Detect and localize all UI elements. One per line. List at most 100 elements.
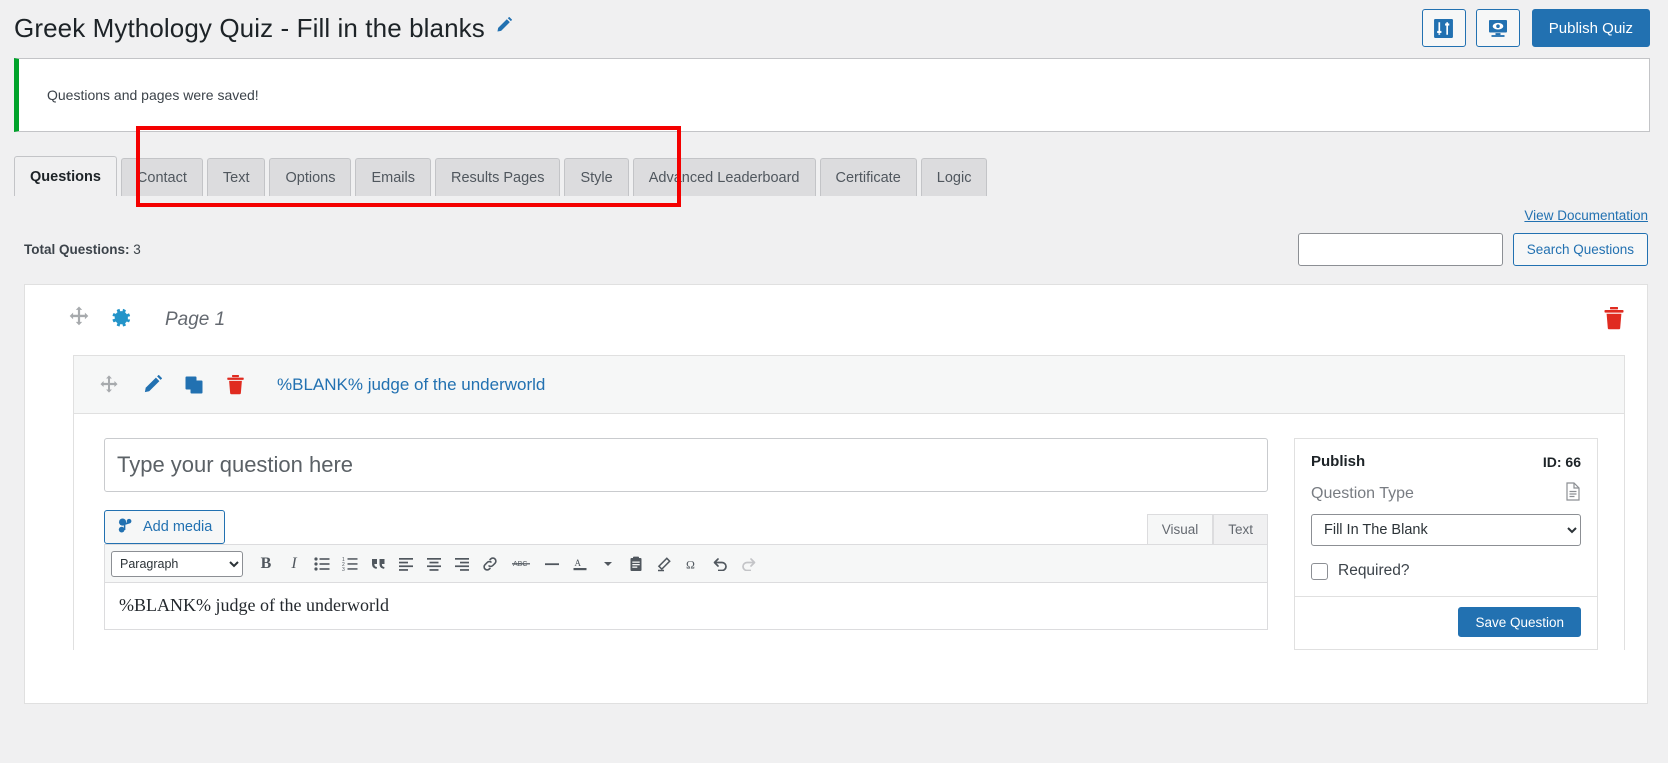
preview-quiz-button[interactable] xyxy=(1475,9,1520,47)
tab-label: Advanced Leaderboard xyxy=(648,169,800,186)
editor-top-row: Add media Visual Text xyxy=(104,510,1268,544)
required-row: Required? xyxy=(1295,546,1597,596)
question-body: Add media Visual Text Paragraph B I xyxy=(74,414,1624,650)
edit-question-pencil-icon[interactable] xyxy=(142,374,162,395)
publish-panel-footer: Save Question xyxy=(1295,597,1597,649)
total-questions-label: Total Questions: xyxy=(24,242,130,257)
tab-certificate[interactable]: Certificate xyxy=(819,158,917,196)
tab-label: Text xyxy=(222,169,250,186)
editor-content[interactable]: %BLANK% judge of the underworld xyxy=(105,583,1267,629)
numbered-list-icon[interactable]: 123 xyxy=(337,551,363,577)
tab-label: Certificate xyxy=(835,169,901,186)
paragraph-format-select[interactable]: Paragraph xyxy=(111,550,243,577)
tab-style[interactable]: Style xyxy=(564,158,629,196)
paste-as-text-icon[interactable] xyxy=(623,551,649,577)
tab-list: Questions Contact Text Options Emails Re… xyxy=(14,154,1668,196)
question-type-row: Question Type xyxy=(1295,476,1597,506)
tab-advanced-leaderboard[interactable]: Advanced Leaderboard xyxy=(632,158,816,196)
delete-question-icon[interactable] xyxy=(226,374,245,395)
bulleted-list-icon[interactable] xyxy=(309,551,335,577)
tab-bar: Questions Contact Text Options Emails Re… xyxy=(14,126,1668,207)
total-questions-value: 3 xyxy=(133,242,141,257)
tab-label: Results Pages xyxy=(450,169,545,186)
tab-label: Options xyxy=(285,169,336,186)
editor-tab-label: Visual xyxy=(1161,522,1199,537)
question-title: %BLANK% judge of the underworld xyxy=(277,374,546,394)
link-icon[interactable] xyxy=(477,551,503,577)
tab-logic[interactable]: Logic xyxy=(920,158,988,196)
duplicate-question-icon[interactable] xyxy=(184,375,204,395)
total-questions: Total Questions: 3 xyxy=(24,242,141,257)
delete-page-icon[interactable] xyxy=(1603,306,1625,335)
required-label: Required? xyxy=(1338,562,1410,579)
special-character-icon[interactable]: Ω xyxy=(679,551,705,577)
sliders-icon xyxy=(1433,18,1454,39)
document-icon[interactable] xyxy=(1565,482,1581,506)
save-question-button[interactable]: Save Question xyxy=(1458,607,1581,637)
align-center-icon[interactable] xyxy=(421,551,447,577)
tab-questions[interactable]: Questions xyxy=(14,156,117,196)
page-label: Page 1 xyxy=(165,309,226,330)
horizontal-rule-icon[interactable] xyxy=(539,551,565,577)
notice-message: Questions and pages were saved! xyxy=(47,87,259,103)
question-header: %BLANK% judge of the underworld xyxy=(74,356,1624,414)
clear-formatting-icon[interactable] xyxy=(651,551,677,577)
tab-label: Contact xyxy=(136,169,187,186)
page-card: Page 1 %BLANK% judge of the underworld T… xyxy=(24,284,1648,704)
tab-options[interactable]: Options xyxy=(269,158,352,196)
text-color-icon[interactable]: A xyxy=(567,551,593,577)
editor-tab-label: Text xyxy=(1228,522,1253,537)
tab-label: Questions xyxy=(30,168,101,185)
publish-panel-header: Publish ID: 66 xyxy=(1295,439,1597,476)
edit-title-icon[interactable] xyxy=(495,16,513,39)
question-text-input[interactable] xyxy=(104,438,1268,492)
publish-column: Publish ID: 66 Question Type Fill In The… xyxy=(1294,438,1624,650)
add-media-icon xyxy=(117,517,135,538)
tab-emails[interactable]: Emails xyxy=(355,158,431,196)
editor-tab-visual[interactable]: Visual xyxy=(1146,514,1214,544)
questions-toolbar: Total Questions: 3 Search Questions xyxy=(0,223,1668,266)
redo-icon[interactable] xyxy=(735,551,761,577)
search-input[interactable] xyxy=(1297,233,1503,266)
svg-text:Ω: Ω xyxy=(686,557,695,571)
documentation-row: View Documentation xyxy=(0,196,1668,223)
bold-icon[interactable]: B xyxy=(253,551,279,577)
strikethrough-icon[interactable]: ABC xyxy=(505,551,537,577)
italic-icon[interactable]: I xyxy=(281,551,307,577)
question-block: %BLANK% judge of the underworld Add medi… xyxy=(73,355,1625,650)
move-arrows-icon[interactable] xyxy=(67,305,91,335)
top-bar: Greek Mythology Quiz - Fill in the blank… xyxy=(0,0,1668,56)
chevron-down-icon[interactable] xyxy=(595,551,621,577)
editor-tab-text[interactable]: Text xyxy=(1213,514,1268,544)
undo-icon[interactable] xyxy=(707,551,733,577)
svg-text:3: 3 xyxy=(342,567,345,571)
question-id: ID: 66 xyxy=(1542,453,1581,470)
publish-panel-title: Publish xyxy=(1311,453,1366,470)
add-media-label: Add media xyxy=(143,519,213,535)
move-arrows-icon[interactable] xyxy=(98,374,120,396)
align-left-icon[interactable] xyxy=(393,551,419,577)
save-notice: Questions and pages were saved! xyxy=(14,58,1650,132)
tab-text[interactable]: Text xyxy=(206,158,266,196)
blockquote-icon[interactable] xyxy=(365,551,391,577)
quiz-settings-button[interactable] xyxy=(1421,9,1466,47)
tab-results-pages[interactable]: Results Pages xyxy=(434,158,561,196)
search-questions-button[interactable]: Search Questions xyxy=(1512,233,1648,266)
view-documentation-link[interactable]: View Documentation xyxy=(1524,208,1648,223)
question-type-select[interactable]: Fill In The Blank xyxy=(1311,514,1581,546)
add-media-button[interactable]: Add media xyxy=(104,510,226,544)
tab-contact[interactable]: Contact xyxy=(120,158,203,196)
page-header: Page 1 xyxy=(25,285,1647,355)
preview-monitor-icon xyxy=(1487,18,1509,39)
publish-panel: Publish ID: 66 Question Type Fill In The… xyxy=(1294,438,1598,650)
align-right-icon[interactable] xyxy=(449,551,475,577)
tab-label: Emails xyxy=(371,169,415,186)
svg-text:ABC: ABC xyxy=(513,561,527,568)
editor-toolbar: Paragraph B I 123 ABC A Ω xyxy=(105,545,1267,583)
publish-quiz-button[interactable]: Publish Quiz xyxy=(1531,9,1650,47)
page-settings-gear-icon[interactable] xyxy=(109,306,133,335)
question-editor-column: Add media Visual Text Paragraph B I xyxy=(74,438,1294,650)
svg-text:A: A xyxy=(575,558,582,568)
required-checkbox[interactable] xyxy=(1311,562,1328,580)
page-title: Greek Mythology Quiz - Fill in the blank… xyxy=(14,12,485,43)
